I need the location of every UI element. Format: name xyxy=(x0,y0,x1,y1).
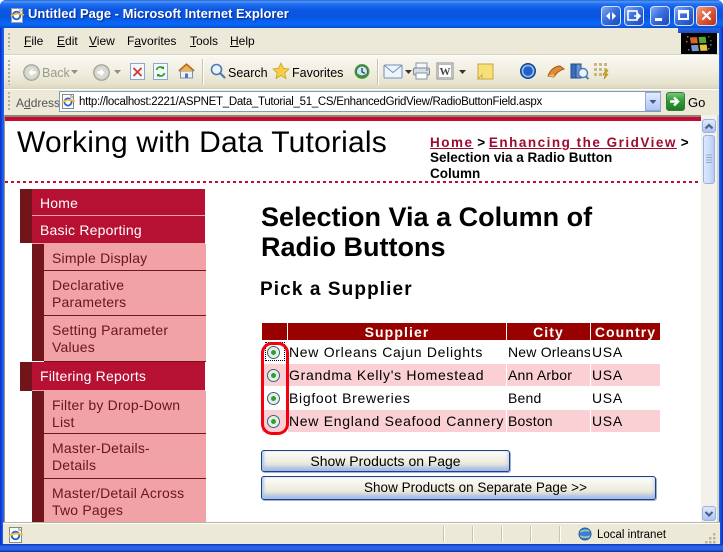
svg-text:W: W xyxy=(440,66,451,78)
